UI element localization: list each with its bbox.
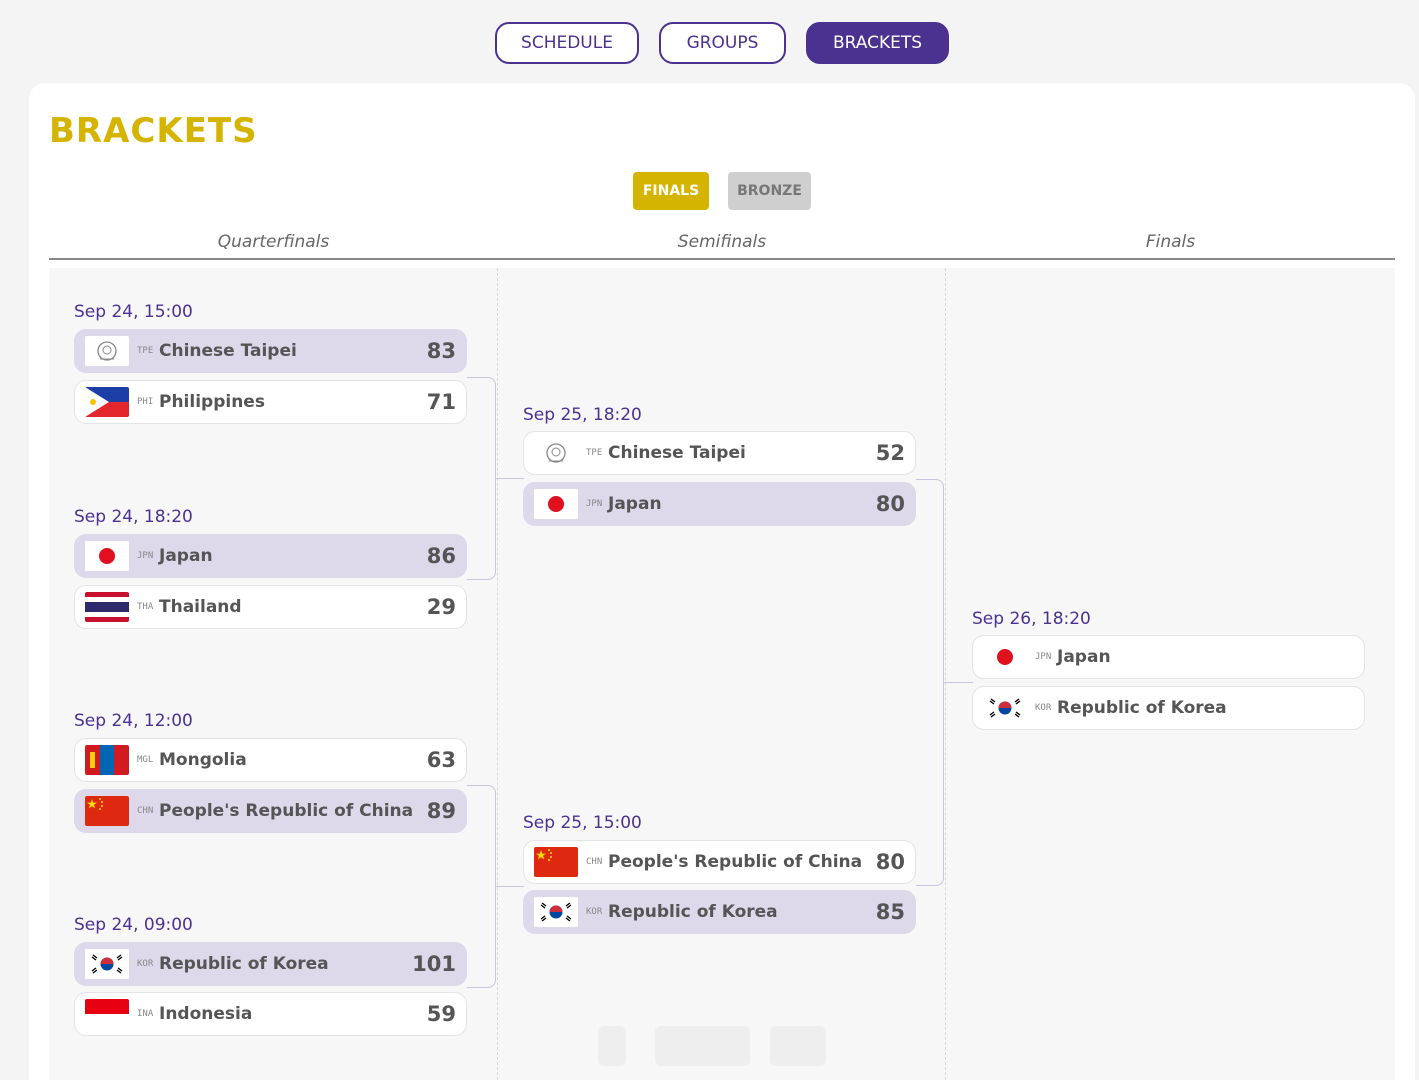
team-row[interactable]: KOR Republic of Korea 101 bbox=[74, 942, 467, 986]
team-row[interactable]: KOR Republic of Korea 85 bbox=[523, 890, 916, 934]
watermark bbox=[770, 1026, 826, 1066]
bracket-connector bbox=[467, 377, 496, 580]
team-row[interactable]: PHI Philippines 71 bbox=[74, 380, 467, 424]
team-name: Chinese Taipei bbox=[608, 443, 746, 463]
brackets-button[interactable]: BRACKETS bbox=[806, 22, 949, 64]
team-code: CHN bbox=[137, 806, 154, 816]
team-row[interactable]: MGL Mongolia 63 bbox=[74, 738, 467, 782]
team-code: INA bbox=[137, 1009, 154, 1019]
match-date: Sep 24, 09:00 bbox=[74, 915, 193, 935]
japan-flag-icon bbox=[983, 642, 1027, 672]
match-date: Sep 24, 15:00 bbox=[74, 302, 193, 322]
team-name: Japan bbox=[159, 546, 213, 566]
china-flag-icon bbox=[85, 796, 129, 826]
team-row[interactable]: TPE Chinese Taipei 52 bbox=[523, 431, 916, 475]
bracket-connector bbox=[467, 785, 496, 988]
page-title: BRACKETS bbox=[49, 111, 258, 151]
team-name: Thailand bbox=[159, 597, 242, 617]
team-score: 83 bbox=[426, 339, 456, 363]
team-name: Japan bbox=[1057, 647, 1111, 667]
match-date: Sep 24, 18:20 bbox=[74, 507, 193, 527]
team-score: 63 bbox=[426, 748, 456, 772]
team-code: JPN bbox=[1035, 652, 1052, 662]
team-name: People's Republic of China bbox=[608, 852, 863, 872]
match-date: Sep 24, 12:00 bbox=[74, 711, 193, 731]
team-code: KOR bbox=[137, 959, 154, 969]
team-row[interactable]: CHN People's Republic of China 89 bbox=[74, 789, 467, 833]
quarterfinals-header: Quarterfinals bbox=[217, 232, 330, 252]
korea-flag-icon bbox=[534, 897, 578, 927]
team-name: People's Republic of China bbox=[159, 801, 414, 821]
top-nav: SCHEDULE GROUPS BRACKETS bbox=[0, 22, 1419, 64]
bracket-connector bbox=[944, 682, 973, 683]
semifinals-header: Semifinals bbox=[677, 232, 767, 252]
team-row[interactable]: KOR Republic of Korea bbox=[972, 686, 1365, 730]
team-row[interactable]: JPN Japan 86 bbox=[74, 534, 467, 578]
philippines-flag-icon bbox=[85, 387, 129, 417]
team-name: Republic of Korea bbox=[159, 954, 329, 974]
team-score: 52 bbox=[875, 441, 905, 465]
team-row[interactable]: TPE Chinese Taipei 83 bbox=[74, 329, 467, 373]
team-name: Japan bbox=[608, 494, 662, 514]
japan-flag-icon bbox=[85, 541, 129, 571]
team-score: 80 bbox=[875, 492, 905, 516]
team-row[interactable]: JPN Japan 80 bbox=[523, 482, 916, 526]
team-code: JPN bbox=[586, 499, 603, 509]
team-score: 89 bbox=[426, 799, 456, 823]
team-code: PHI bbox=[137, 397, 154, 407]
team-score: 101 bbox=[412, 952, 456, 976]
team-score: 86 bbox=[426, 544, 456, 568]
team-score: 29 bbox=[426, 595, 456, 619]
team-score: 85 bbox=[875, 900, 905, 924]
header-divider bbox=[49, 258, 1395, 260]
chinese-taipei-flag-icon bbox=[534, 438, 578, 468]
team-row[interactable]: THA Thailand 29 bbox=[74, 585, 467, 629]
team-name: Mongolia bbox=[159, 750, 247, 770]
team-name: Republic of Korea bbox=[608, 902, 778, 922]
team-score: 71 bbox=[426, 390, 456, 414]
team-name: Republic of Korea bbox=[1057, 698, 1227, 718]
korea-flag-icon bbox=[85, 949, 129, 979]
chinese-taipei-flag-icon bbox=[85, 336, 129, 366]
match-date: Sep 25, 18:20 bbox=[523, 405, 642, 425]
team-code: JPN bbox=[137, 551, 154, 561]
bracket-connector bbox=[916, 479, 944, 886]
team-code: TPE bbox=[586, 448, 603, 458]
team-code: CHN bbox=[586, 857, 603, 867]
team-score: 59 bbox=[426, 1002, 456, 1026]
team-code: THA bbox=[137, 602, 154, 612]
team-score: 80 bbox=[875, 850, 905, 874]
watermark bbox=[655, 1026, 750, 1066]
finals-header: Finals bbox=[1145, 232, 1196, 252]
japan-flag-icon bbox=[534, 489, 578, 519]
team-code: TPE bbox=[137, 346, 154, 356]
bronze-tab[interactable]: BRONZE bbox=[728, 172, 811, 210]
korea-flag-icon bbox=[983, 693, 1027, 723]
match-date: Sep 25, 15:00 bbox=[523, 813, 642, 833]
bracket-connector bbox=[496, 478, 524, 479]
team-row[interactable]: INA Indonesia 59 bbox=[74, 992, 467, 1036]
indonesia-flag-icon bbox=[85, 999, 129, 1029]
team-code: KOR bbox=[586, 907, 603, 917]
finals-tab[interactable]: FINALS bbox=[633, 172, 709, 210]
schedule-button[interactable]: SCHEDULE bbox=[495, 22, 639, 64]
groups-button[interactable]: GROUPS bbox=[659, 22, 786, 64]
team-code: MGL bbox=[137, 755, 154, 765]
column-divider bbox=[945, 268, 946, 1080]
team-code: KOR bbox=[1035, 703, 1052, 713]
match-date: Sep 26, 18:20 bbox=[972, 609, 1091, 629]
watermark bbox=[598, 1026, 626, 1066]
team-name: Philippines bbox=[159, 392, 265, 412]
team-name: Chinese Taipei bbox=[159, 341, 297, 361]
thailand-flag-icon bbox=[85, 592, 129, 622]
column-divider bbox=[497, 268, 498, 1080]
team-name: Indonesia bbox=[159, 1004, 253, 1024]
team-row[interactable]: CHN People's Republic of China 80 bbox=[523, 840, 916, 884]
china-flag-icon bbox=[534, 847, 578, 877]
mongolia-flag-icon bbox=[85, 745, 129, 775]
team-row[interactable]: JPN Japan bbox=[972, 635, 1365, 679]
bracket-connector bbox=[496, 886, 524, 887]
